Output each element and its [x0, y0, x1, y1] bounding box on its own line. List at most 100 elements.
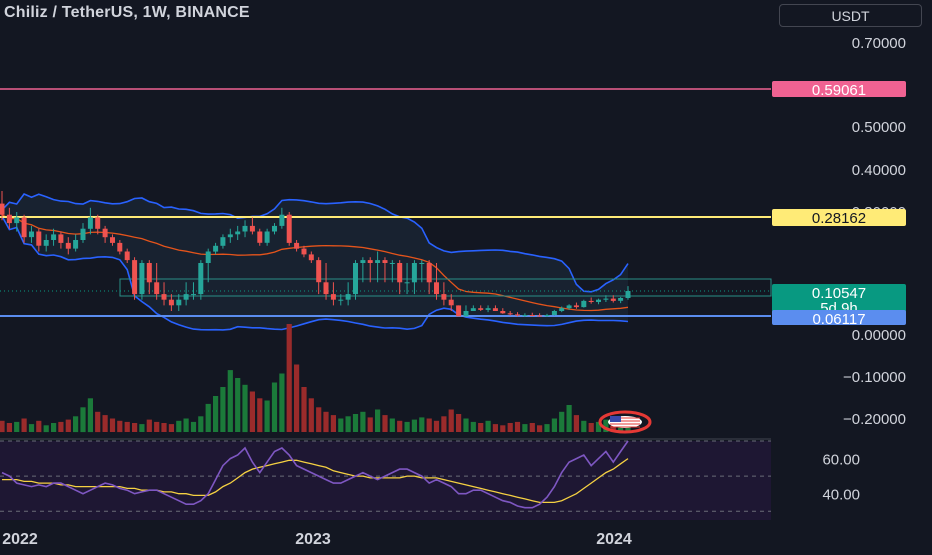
candle-body: [603, 298, 609, 300]
volume-bar: [478, 423, 484, 432]
volume-bar: [308, 398, 314, 433]
volume-bar: [514, 421, 521, 432]
candle-body: [507, 313, 513, 315]
volume-bar: [382, 415, 388, 432]
candle-body: [397, 263, 403, 283]
candle-body: [0, 203, 5, 215]
rsi-pane-background: [0, 441, 771, 520]
volume-bar: [227, 370, 233, 432]
candle-body: [21, 217, 27, 238]
currency-selector-button[interactable]: USDT: [779, 4, 922, 27]
candle-body: [323, 282, 329, 295]
candle-body: [198, 263, 204, 295]
candle-body: [6, 214, 12, 224]
volume-bar: [566, 405, 572, 432]
volume-bar: [338, 418, 344, 432]
volume-bar: [463, 418, 469, 432]
price-label-yellow: 0.28162: [772, 209, 906, 227]
volume-bar: [500, 425, 506, 433]
volume-bar: [573, 415, 579, 432]
candle-body: [551, 311, 557, 315]
volume-bar: [117, 420, 123, 433]
candle-body: [566, 305, 572, 309]
volume-bar: [51, 423, 57, 432]
symbol-title: Chiliz / TetherUS, 1W, BINANCE: [4, 4, 250, 21]
volume-bar: [36, 420, 42, 433]
candle-body: [29, 231, 34, 238]
candle-body: [294, 242, 300, 249]
candle-body: [220, 237, 226, 246]
candle-body: [338, 299, 344, 301]
candle-body: [286, 214, 292, 243]
chart-canvas[interactable]: 0.700000.500000.400000.300000.00000−0.10…: [0, 0, 932, 550]
volume-bar: [581, 420, 587, 433]
candle-body: [353, 263, 358, 295]
candle-body: [264, 231, 270, 243]
volume-bar: [330, 415, 336, 432]
volume-bar: [375, 409, 381, 432]
candle-body: [404, 282, 410, 284]
volume-bar: [441, 416, 447, 433]
candle-body: [110, 237, 115, 243]
volume-bar: [470, 421, 476, 432]
price-axis-tick: 0.00000: [852, 327, 906, 344]
candle-body: [58, 234, 64, 243]
volume-bar: [220, 387, 226, 432]
volume-bar: [397, 420, 403, 433]
candle-body: [316, 260, 322, 283]
candle-body: [485, 308, 491, 310]
candle-body: [492, 308, 498, 311]
candle-body: [176, 299, 182, 306]
candle-body: [426, 263, 432, 283]
candle-body: [434, 282, 439, 295]
flag-icon-canton: [610, 416, 621, 422]
volume-bar: [485, 420, 491, 433]
candle-body: [279, 214, 285, 226]
volume-bar: [411, 419, 417, 432]
candle-body: [242, 225, 248, 232]
volume-bar: [190, 421, 197, 432]
volume-bar: [352, 414, 359, 432]
volume-bar: [168, 424, 174, 432]
volume-bar: [176, 420, 182, 433]
candle-body: [168, 299, 174, 306]
volume-bar: [360, 411, 366, 433]
volume-bar: [367, 417, 373, 432]
candle-body: [360, 260, 366, 263]
candle-body: [65, 242, 71, 249]
volume-bar: [14, 421, 20, 432]
volume-bar: [551, 418, 557, 432]
candle-body: [515, 314, 520, 316]
volume-bar: [213, 396, 219, 432]
volume-bar: [544, 424, 550, 432]
candle-body: [588, 300, 594, 302]
candle-body: [272, 225, 277, 232]
volume-bar: [249, 391, 255, 432]
candle-body: [375, 260, 381, 263]
volume-bar: [257, 398, 263, 433]
price-label-pink-text: 0.59061: [812, 82, 866, 99]
candle-body: [154, 282, 160, 295]
volume-bar: [146, 419, 152, 432]
candle-body: [257, 231, 263, 243]
volume-bar: [132, 423, 138, 432]
candle-body: [419, 263, 425, 264]
candle-body: [117, 242, 123, 252]
candle-body: [382, 260, 388, 263]
volume-bar: [316, 407, 322, 433]
candle-body: [51, 234, 57, 240]
candle-body: [139, 263, 145, 295]
volume-bar: [124, 421, 130, 432]
volume-bar: [301, 387, 307, 432]
volume-bar: [448, 409, 454, 432]
candle-body: [191, 294, 196, 296]
trading-chart[interactable]: 0.700000.500000.400000.300000.00000−0.10…: [0, 0, 932, 550]
volume-bar: [456, 414, 462, 432]
candle-body: [389, 263, 395, 264]
time-axis-label: 2022: [2, 531, 38, 548]
price-axis-tick: −0.10000: [843, 369, 906, 386]
volume-bar: [73, 416, 79, 433]
candle-body: [14, 217, 20, 224]
candle-body: [249, 225, 255, 232]
candle-body: [596, 299, 601, 302]
